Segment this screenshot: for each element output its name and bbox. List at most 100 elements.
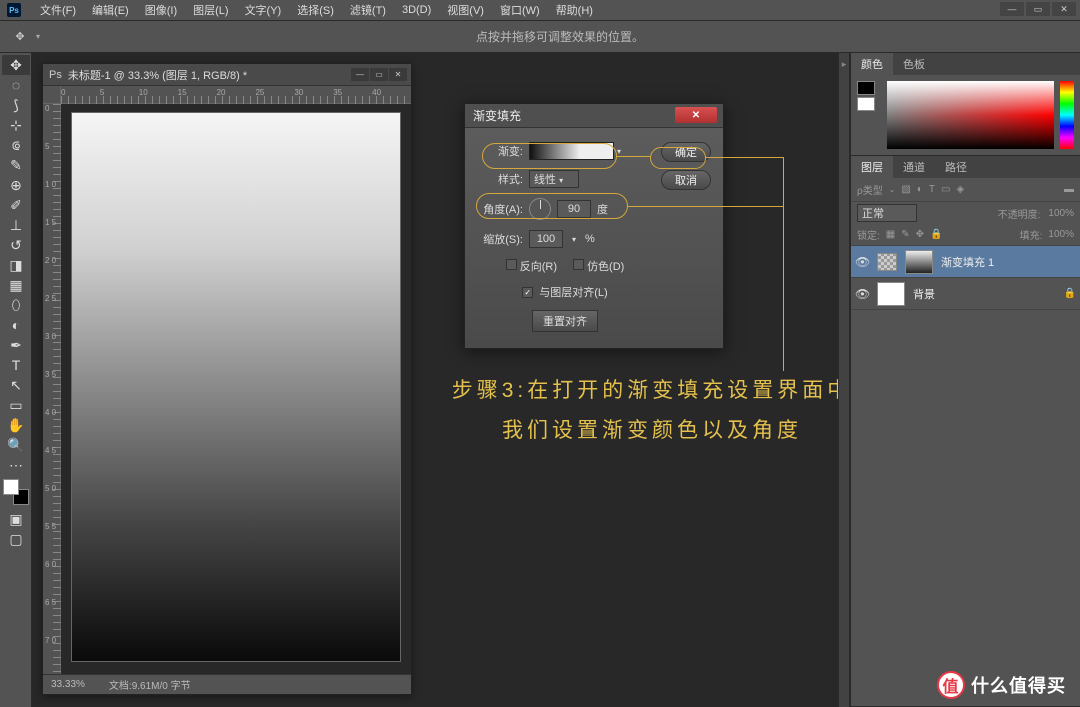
- filter-icon[interactable]: ◈: [956, 184, 964, 195]
- window-close-icon[interactable]: ✕: [1052, 2, 1076, 16]
- ok-button[interactable]: 确定: [661, 142, 711, 162]
- gradient-tool[interactable]: ▦: [2, 275, 30, 295]
- angle-input[interactable]: [557, 200, 591, 218]
- annotation-line: [783, 157, 784, 371]
- opacity-value[interactable]: 100%: [1048, 208, 1074, 219]
- hue-strip[interactable]: [1060, 81, 1074, 149]
- layer-name: 背景: [913, 286, 935, 302]
- style-label: 样式:: [477, 171, 523, 187]
- menu-file[interactable]: 文件(F): [32, 0, 84, 21]
- filter-icon[interactable]: ▧: [901, 184, 910, 195]
- screenmode-tool[interactable]: ▢: [2, 529, 30, 549]
- fill-value[interactable]: 100%: [1048, 229, 1074, 240]
- dodge-tool[interactable]: ◐: [2, 315, 30, 335]
- crop-tool[interactable]: ⟃: [2, 135, 30, 155]
- quick-select-tool[interactable]: ⊹: [2, 115, 30, 135]
- gradient-fill-dialog: 渐变填充 ✕ 渐变: ▾ 样式: 线性 ▾: [464, 103, 724, 349]
- color-ramp[interactable]: [887, 81, 1054, 149]
- blend-mode-select[interactable]: 正常: [857, 204, 917, 222]
- align-checkbox[interactable]: ✓: [522, 287, 533, 298]
- menu-window[interactable]: 窗口(W): [492, 0, 548, 21]
- menu-layer[interactable]: 图层(L): [185, 0, 236, 21]
- blur-tool[interactable]: ⬯: [2, 295, 30, 315]
- gradient-preview[interactable]: [529, 142, 614, 160]
- eraser-tool[interactable]: ◨: [2, 255, 30, 275]
- menu-select[interactable]: 选择(S): [289, 0, 342, 21]
- lock-icon: 🔒: [1064, 288, 1076, 299]
- dither-checkbox[interactable]: [573, 259, 584, 270]
- lock-brush-icon[interactable]: ✎: [901, 229, 909, 240]
- window-minimize-icon[interactable]: —: [1000, 2, 1024, 16]
- path-tool[interactable]: ↖: [2, 375, 30, 395]
- filter-icon[interactable]: T: [929, 184, 935, 195]
- gradient-dropdown-icon[interactable]: ▾: [614, 143, 624, 159]
- style-select[interactable]: 线性 ▾: [529, 170, 579, 188]
- filter-toggle-icon[interactable]: ▬: [1064, 184, 1074, 195]
- ps-logo-icon: Ps: [49, 69, 62, 81]
- pen-tool[interactable]: ✒: [2, 335, 30, 355]
- reverse-label: 反向(R): [520, 261, 557, 273]
- shape-tool[interactable]: ▭: [2, 395, 30, 415]
- color-panel: 颜色 色板: [851, 53, 1080, 156]
- lock-move-icon[interactable]: ✥: [916, 229, 924, 240]
- tab-channels[interactable]: 通道: [893, 156, 935, 178]
- lock-all-icon[interactable]: 🔒: [930, 229, 942, 240]
- toolbar: ✥ ◌ ⟆ ⊹ ⟃ ✎ ⊕ ✐ ⊥ ↺ ◨ ▦ ⬯ ◐ ✒ T ↖ ▭ ✋ 🔍 …: [0, 53, 32, 707]
- menu-type[interactable]: 文字(Y): [237, 0, 290, 21]
- zoom-tool[interactable]: 🔍: [2, 435, 30, 455]
- tab-swatches[interactable]: 色板: [893, 53, 935, 75]
- filter-icon[interactable]: ▭: [941, 184, 950, 195]
- type-tool[interactable]: T: [2, 355, 30, 375]
- layer-name: 渐变填充 1: [941, 254, 994, 270]
- scale-input[interactable]: [529, 230, 563, 248]
- foreground-background-swatch[interactable]: [3, 479, 29, 505]
- visibility-icon[interactable]: 👁: [855, 255, 869, 269]
- move-tool[interactable]: ✥: [2, 55, 30, 75]
- visibility-icon[interactable]: 👁: [855, 287, 869, 301]
- panel-collapse-strip[interactable]: ▸: [838, 53, 850, 707]
- reverse-checkbox[interactable]: [506, 259, 517, 270]
- menu-help[interactable]: 帮助(H): [548, 0, 601, 21]
- menu-3d[interactable]: 3D(D): [394, 1, 439, 19]
- layer-filter-label[interactable]: ρ类型: [857, 182, 883, 197]
- lock-label: 锁定:: [857, 227, 880, 242]
- more-tool[interactable]: ⋯: [2, 455, 30, 475]
- filter-icon[interactable]: ◐: [917, 184, 923, 195]
- doc-close-icon[interactable]: ✕: [389, 68, 407, 81]
- tab-layers[interactable]: 图层: [851, 156, 893, 178]
- angle-unit: 度: [597, 201, 608, 217]
- zoom-level[interactable]: 33.33%: [51, 679, 85, 690]
- move-tool-icon[interactable]: ✥: [8, 25, 32, 49]
- cancel-button[interactable]: 取消: [661, 170, 711, 190]
- doc-minimize-icon[interactable]: —: [351, 68, 369, 81]
- layer-thumb: [877, 282, 905, 306]
- layer-row[interactable]: 👁 背景 🔒: [851, 278, 1080, 310]
- window-maximize-icon[interactable]: ▭: [1026, 2, 1050, 16]
- menu-image[interactable]: 图像(I): [137, 0, 185, 21]
- dialog-close-button[interactable]: ✕: [675, 107, 717, 123]
- brush-tool[interactable]: ✐: [2, 195, 30, 215]
- canvas[interactable]: [61, 104, 411, 674]
- quickmask-tool[interactable]: ▣: [2, 509, 30, 529]
- heal-tool[interactable]: ⊕: [2, 175, 30, 195]
- color-current-swatch[interactable]: [857, 81, 881, 149]
- tab-paths[interactable]: 路径: [935, 156, 977, 178]
- lasso-tool[interactable]: ⟆: [2, 95, 30, 115]
- layer-row[interactable]: 👁 渐变填充 1: [851, 246, 1080, 278]
- lock-transparency-icon[interactable]: ▦: [886, 229, 895, 240]
- history-brush-tool[interactable]: ↺: [2, 235, 30, 255]
- hint-text: 点按并拖移可调整效果的位置。: [40, 28, 1080, 45]
- stamp-tool[interactable]: ⊥: [2, 215, 30, 235]
- fill-label: 填充:: [1020, 227, 1043, 242]
- scale-dropdown-icon[interactable]: ▾: [569, 231, 579, 247]
- tab-color[interactable]: 颜色: [851, 53, 893, 75]
- marquee-tool[interactable]: ◌: [2, 75, 30, 95]
- menu-filter[interactable]: 滤镜(T): [342, 0, 394, 21]
- hand-tool[interactable]: ✋: [2, 415, 30, 435]
- menu-edit[interactable]: 编辑(E): [84, 0, 137, 21]
- eyedropper-tool[interactable]: ✎: [2, 155, 30, 175]
- reset-align-button[interactable]: 重置对齐: [532, 310, 598, 332]
- menu-view[interactable]: 视图(V): [439, 0, 492, 21]
- angle-dial[interactable]: [529, 198, 551, 220]
- doc-maximize-icon[interactable]: ▭: [370, 68, 388, 81]
